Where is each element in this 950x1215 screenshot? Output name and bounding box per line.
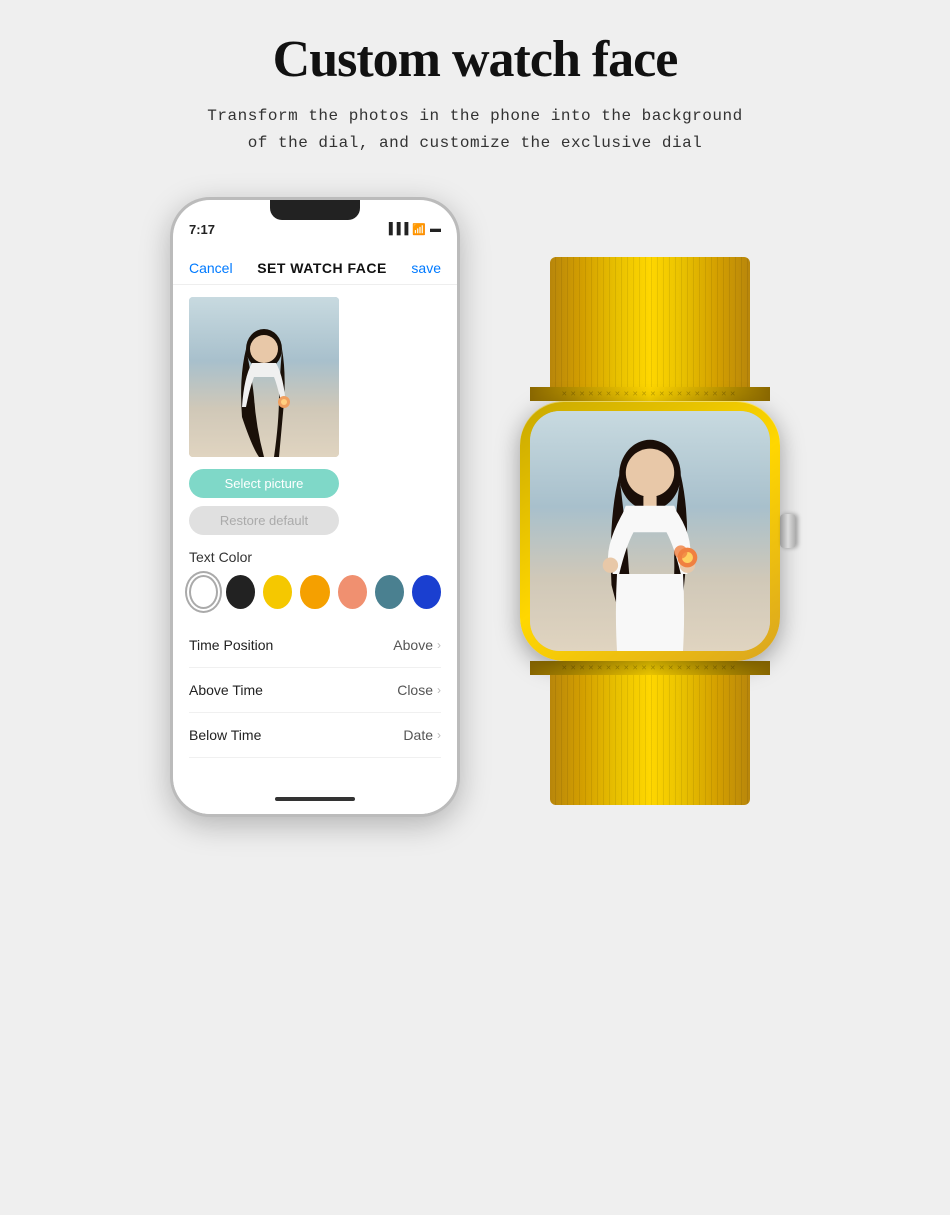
above-time-label: Above Time [189,682,263,698]
phone-status-icons: ▐▐▐ 📶 ▬ [385,223,441,236]
below-time-value: Date › [403,727,441,743]
watch-top-connector: ✕✕✕✕✕✕✕✕✕✕✕✕✕✕✕✕✕✕✕✕ [530,387,770,401]
battery-icon: ▬ [430,223,441,235]
page-container: Custom watch face Transform the photos i… [0,0,950,1215]
phone-notch [270,200,360,220]
phone-device: 7:17 ▐▐▐ 📶 ▬ Cancel SET WATCH FACE save [170,197,460,817]
color-peach[interactable] [338,575,367,609]
cancel-button[interactable]: Cancel [189,260,233,276]
time-position-label: Time Position [189,637,273,653]
color-blue[interactable] [412,575,441,609]
app-title: SET WATCH FACE [257,260,387,276]
color-yellow[interactable] [263,575,292,609]
text-color-label: Text Color [189,549,441,565]
color-teal[interactable] [375,575,404,609]
home-indicator [275,797,355,801]
save-button[interactable]: save [411,260,441,276]
color-black[interactable] [226,575,255,609]
color-palette [189,575,441,609]
below-time-label: Below Time [189,727,261,743]
watch-body [520,401,780,661]
watch-photo-bg [530,411,770,651]
color-white[interactable] [189,575,218,609]
watch-crown [780,514,796,548]
devices-row: 7:17 ▐▐▐ 📶 ▬ Cancel SET WATCH FACE save [0,197,950,817]
phone-time: 7:17 [189,222,215,237]
watch-girl-silhouette [560,431,740,651]
app-content: Select picture Restore default Text Colo… [173,285,457,784]
restore-default-button[interactable]: Restore default [189,506,339,535]
chevron-right-icon-2: › [437,683,441,697]
watch-bottom-connector: ✕✕✕✕✕✕✕✕✕✕✕✕✕✕✕✕✕✕✕✕ [530,661,770,675]
wifi-icon: 📶 [412,223,426,236]
below-time-setting[interactable]: Below Time Date › [189,713,441,758]
watch-screen [530,411,770,651]
watch-device: ✕✕✕✕✕✕✕✕✕✕✕✕✕✕✕✕✕✕✕✕ [520,257,780,805]
phone-home-bar [173,784,457,814]
watch-band-top [550,257,750,387]
select-picture-button[interactable]: Select picture [189,469,339,498]
phone-screen: Cancel SET WATCH FACE save [173,250,457,814]
page-title: Custom watch face [273,30,678,89]
color-orange[interactable] [300,575,329,609]
chevron-right-icon-3: › [437,728,441,742]
signal-icon: ▐▐▐ [385,223,408,235]
watch-band-bottom [550,675,750,805]
girl-silhouette [224,327,304,457]
photo-background [189,297,339,457]
time-position-value: Above › [393,637,441,653]
app-header: Cancel SET WATCH FACE save [173,250,457,285]
page-subtitle: Transform the photos in the phone into t… [207,103,742,157]
above-time-value: Close › [397,682,441,698]
above-time-setting[interactable]: Above Time Close › [189,668,441,713]
chevron-right-icon: › [437,638,441,652]
phone-status-bar: 7:17 ▐▐▐ 📶 ▬ [173,200,457,250]
time-position-setting[interactable]: Time Position Above › [189,623,441,668]
photo-preview [189,297,339,457]
